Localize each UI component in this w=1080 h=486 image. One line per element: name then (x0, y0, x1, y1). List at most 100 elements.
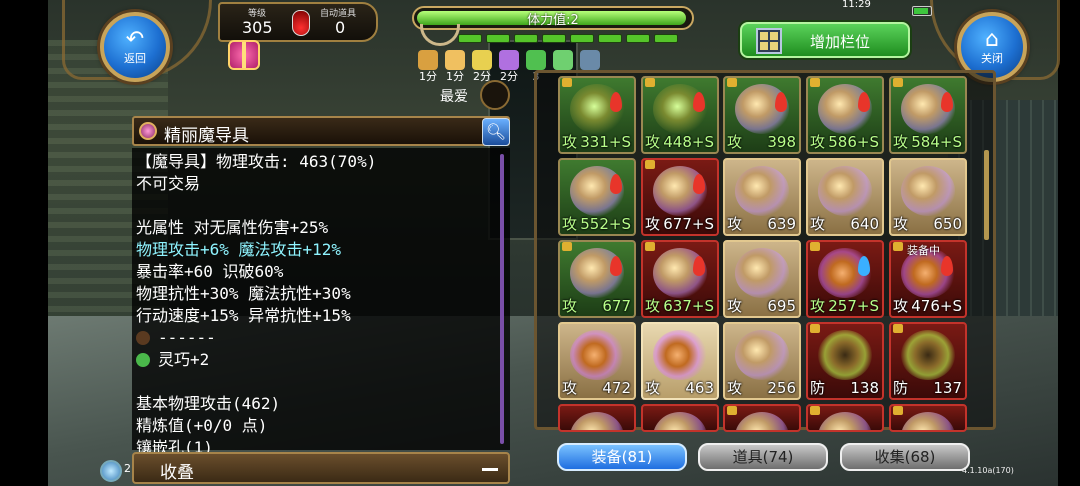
tab-label: 道具(74) (732, 448, 794, 466)
staff-item-icon (818, 412, 872, 430)
item-stat-value: 448+S (663, 133, 714, 151)
inventory-slot[interactable]: 攻 586+S (806, 76, 884, 154)
battery-icon (912, 6, 932, 16)
red-gem-icon (775, 92, 787, 112)
favorite-slot[interactable] (480, 80, 510, 110)
gift-icon[interactable] (228, 40, 260, 70)
item-stat: 攻 677 (562, 297, 631, 315)
tab-items[interactable]: 道具(74) (698, 443, 828, 471)
inventory-slot[interactable]: 攻 650 (889, 158, 967, 236)
inventory-slot[interactable]: 攻 640 (806, 158, 884, 236)
lock-icon (893, 78, 903, 87)
inventory-slot[interactable]: 攻 463 (641, 322, 719, 400)
potion-icon[interactable] (292, 10, 310, 36)
inventory-slot[interactable] (558, 404, 636, 432)
item-stat-type: 攻 (562, 133, 578, 151)
inventory-scrollbar[interactable] (984, 150, 989, 240)
search-icon[interactable]: 🔍︎ (482, 118, 510, 146)
wand-buff-icon (553, 50, 573, 70)
lock-icon (645, 160, 655, 169)
blue-gem-icon (858, 256, 870, 276)
item-stat: 攻 448+S (645, 133, 714, 151)
lock-icon (562, 242, 572, 251)
tab-collection[interactable]: 收集(68) (840, 443, 970, 471)
item-stat-type: 攻 (645, 297, 661, 315)
detail-line: 光属性 对无属性伤害+25% (136, 218, 328, 238)
tab-equipment[interactable]: 装备(81) (557, 443, 687, 471)
item-stat: 攻 398 (727, 133, 796, 151)
detail-line-text: 物理攻击+6% 魔法攻击+12% (136, 240, 342, 259)
buff-slot[interactable]: 2分 (470, 50, 494, 84)
item-stat: 攻 677+S (645, 215, 714, 233)
inventory-slot[interactable] (806, 404, 884, 432)
avatar[interactable] (100, 460, 122, 482)
detail-line-text: 基本物理攻击(462) (136, 394, 281, 413)
item-stat-type: 攻 (645, 215, 661, 233)
item-detail-body[interactable]: 【魔导具】物理攻击: 463(70%) 不可交易 光属性 对无属性伤害+25% 物理攻… (132, 148, 510, 457)
item-stat: 攻 650 (893, 215, 962, 233)
inventory-slot[interactable]: 攻 257+S (806, 240, 884, 318)
empty-socket-icon (136, 331, 150, 345)
item-stat: 攻 476+S (893, 297, 962, 315)
inventory-slot[interactable]: 攻 677 (558, 240, 636, 318)
red-gem-icon (610, 256, 622, 276)
item-stat: 攻 584+S (893, 133, 962, 151)
detail-line: 暴击率+60 识破60% (136, 262, 283, 282)
inventory-slot[interactable]: 攻 448+S (641, 76, 719, 154)
buff-slot[interactable]: 2分 (497, 50, 521, 84)
inventory-slot[interactable]: 攻 472 (558, 322, 636, 400)
inventory-slot[interactable] (641, 404, 719, 432)
inventory-slot[interactable]: 装备中攻 476+S (889, 240, 967, 318)
red-gem-icon (693, 92, 705, 112)
buff-slot[interactable]: 1分 (443, 50, 467, 84)
equipped-badge: 装备中 (907, 244, 940, 257)
inventory-slot[interactable]: 攻 256 (723, 322, 801, 400)
inventory-slot[interactable]: 攻 639 (723, 158, 801, 236)
lock-icon (810, 78, 820, 87)
item-name: 精丽魔导具 (164, 126, 249, 146)
item-detail-panel: 精丽魔导具 🔍︎ 【魔导具】物理攻击: 463(70%) 不可交易 光属性 对无属性… (132, 116, 510, 486)
item-stat-value: 476+S (911, 297, 962, 315)
add-slot-button[interactable]: 增加栏位 (740, 22, 910, 58)
back-button[interactable]: ↶ 返回 (100, 12, 170, 82)
item-stat-value: 256 (767, 379, 796, 397)
stamina-pips (458, 34, 678, 43)
buff-slot[interactable]: 1分 (416, 50, 440, 84)
inventory-slot[interactable]: 防 137 (889, 322, 967, 400)
item-stat: 攻 640 (810, 215, 879, 233)
bag-grid-icon (756, 28, 782, 54)
item-stat-value: 138 (850, 379, 879, 397)
inventory-slot[interactable]: 攻 552+S (558, 158, 636, 236)
item-stat: 攻 257+S (810, 297, 879, 315)
item-stat-type: 攻 (562, 297, 578, 315)
staff-item-icon (901, 412, 955, 430)
inventory-slot[interactable]: 攻 584+S (889, 76, 967, 154)
detail-line-text: 物理抗性+30% 魔法抗性+30% (136, 284, 351, 303)
staff-item-icon (818, 166, 872, 216)
inventory-slot[interactable]: 攻 331+S (558, 76, 636, 154)
inventory-slot[interactable] (889, 404, 967, 432)
item-stat-value: 677 (602, 297, 631, 315)
item-stat-value: 650 (933, 215, 962, 233)
inventory-slot[interactable]: 攻 695 (723, 240, 801, 318)
buff-slot[interactable] (551, 50, 575, 70)
item-stat-type: 攻 (810, 297, 826, 315)
item-stat-value: 398 (767, 133, 796, 151)
inventory-slot[interactable]: 攻 398 (723, 76, 801, 154)
collapse-button[interactable]: 收叠 (132, 452, 510, 484)
item-stat-type: 攻 (810, 215, 826, 233)
detail-line: 物理攻击+6% 魔法攻击+12% (136, 240, 341, 260)
lock-icon (645, 78, 655, 87)
item-stat-value: 257+S (828, 297, 879, 315)
inventory-slot[interactable]: 防 138 (806, 322, 884, 400)
inventory-slot[interactable] (723, 404, 801, 432)
item-stat-value: 552+S (580, 215, 631, 233)
detail-line-text: 精炼值(+0/0 点) (136, 416, 268, 435)
detail-line: 【魔导具】物理攻击: 463(70%) (136, 152, 376, 172)
inventory-slot[interactable]: 攻 637+S (641, 240, 719, 318)
buff-slot[interactable] (578, 50, 602, 70)
item-stat-value: 463 (685, 379, 714, 397)
inventory-slot[interactable]: 攻 677+S (641, 158, 719, 236)
item-stat: 攻 552+S (562, 215, 631, 233)
detail-scrollbar[interactable] (500, 154, 504, 444)
